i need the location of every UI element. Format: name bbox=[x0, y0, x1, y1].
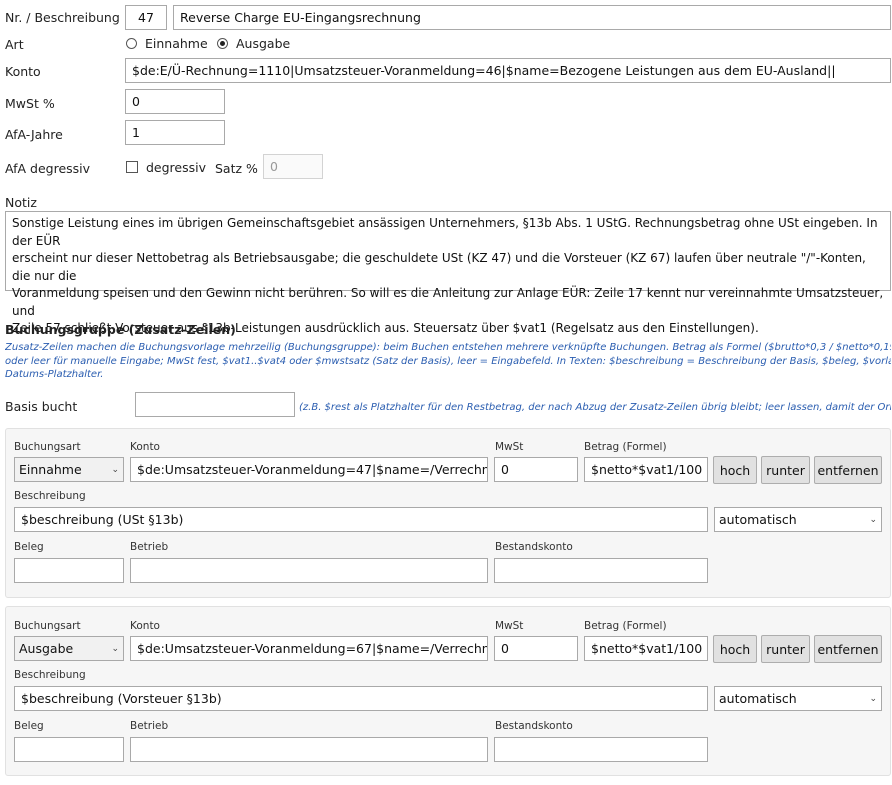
hoch-button[interactable]: hoch bbox=[713, 456, 757, 484]
einnahme-radio-label: Einnahme bbox=[144, 36, 208, 51]
buchungsart-label: Buchungsart bbox=[14, 441, 81, 453]
betrag-label: Betrag (Formel) bbox=[584, 441, 667, 453]
betrag-label: Betrag (Formel) bbox=[584, 620, 667, 632]
zeile-beleg-input[interactable] bbox=[14, 737, 124, 762]
mwst-input[interactable]: 0 bbox=[125, 89, 225, 114]
modus-value: automatisch bbox=[719, 691, 797, 706]
zeile-mwst-input[interactable]: 0 bbox=[494, 636, 578, 661]
modus-select[interactable]: automatisch ⌄ bbox=[714, 686, 882, 711]
konto-label: Konto bbox=[5, 64, 41, 79]
chevron-down-icon: ⌄ bbox=[869, 693, 877, 704]
degressiv-option[interactable]: degressiv bbox=[126, 160, 206, 175]
konto-label: Konto bbox=[130, 620, 160, 632]
entfernen-button[interactable]: entfernen bbox=[814, 635, 882, 663]
zeile-beschreibung-input[interactable]: $beschreibung (USt §13b) bbox=[14, 507, 708, 532]
buchungsart-select[interactable]: Ausgabe ⌄ bbox=[14, 636, 124, 661]
basis-bucht-hint: (z.B. $rest als Platzhalter für den Rest… bbox=[299, 402, 891, 413]
bestandskonto-label: Bestandskonto bbox=[495, 720, 573, 732]
konto-label: Konto bbox=[130, 441, 160, 453]
hint-line: Zusatz-Zeilen machen die Buchungsvorlage… bbox=[5, 342, 891, 353]
runter-button[interactable]: runter bbox=[761, 456, 810, 484]
ausgabe-radio[interactable] bbox=[217, 38, 228, 49]
beschreibung-input[interactable]: Reverse Charge EU-Eingangsrechnung bbox=[173, 5, 891, 30]
degressiv-checkbox-label: degressiv bbox=[145, 160, 206, 175]
basis-bucht-input[interactable] bbox=[135, 392, 295, 417]
betrieb-label: Betrieb bbox=[130, 541, 169, 553]
beleg-label: Beleg bbox=[14, 720, 44, 732]
hint-line: oder leer für manuelle Eingabe; MwSt fes… bbox=[5, 355, 891, 367]
buchungsart-select[interactable]: Einnahme ⌄ bbox=[14, 457, 124, 482]
betrieb-label: Betrieb bbox=[130, 720, 169, 732]
notiz-textarea[interactable]: Sonstige Leistung eines im übrigen Gemei… bbox=[5, 211, 891, 335]
entfernen-button[interactable]: entfernen bbox=[814, 456, 882, 484]
zeile-beschreibung-input[interactable]: $beschreibung (Vorsteuer §13b) bbox=[14, 686, 708, 711]
ausgabe-radio-label: Ausgabe bbox=[235, 36, 291, 51]
notiz-line: Sonstige Leistung eines im übrigen Gemei… bbox=[12, 216, 878, 248]
beleg-label: Beleg bbox=[14, 541, 44, 553]
notiz-line: Voranmeldung speisen und den Gewinn nich… bbox=[12, 286, 884, 318]
konto-input[interactable]: $de:E/Ü-Rechnung=1110|Umsatzsteuer-Voran… bbox=[125, 58, 891, 83]
notiz-line: erscheint nur dieser Nettobetrag als Bet… bbox=[12, 251, 866, 283]
zeile-betrag-input[interactable]: $netto*$vat1/100 bbox=[584, 457, 708, 482]
buchungsart-value: Einnahme bbox=[19, 462, 82, 477]
runter-button[interactable]: runter bbox=[761, 635, 810, 663]
zeile-mwst-input[interactable]: 0 bbox=[494, 457, 578, 482]
modus-select[interactable]: automatisch ⌄ bbox=[714, 507, 882, 532]
chevron-down-icon: ⌄ bbox=[111, 643, 119, 654]
einnahme-radio[interactable] bbox=[126, 38, 137, 49]
afa-jahre-input[interactable]: 1 bbox=[125, 120, 225, 145]
hint-line: Datums-Platzhalter. bbox=[5, 369, 104, 380]
art-ausgabe-option[interactable]: Ausgabe bbox=[217, 36, 290, 51]
afa-degressiv-label: AfA degressiv bbox=[5, 161, 91, 176]
degressiv-checkbox[interactable] bbox=[126, 161, 138, 173]
beschreibung-label: Beschreibung bbox=[14, 669, 86, 681]
satz-label: Satz % bbox=[215, 161, 258, 176]
zeile-konto-input[interactable]: $de:Umsatzsteuer-Voranmeldung=67|$name=/… bbox=[130, 636, 488, 661]
mwst-label: MwSt bbox=[495, 620, 524, 632]
nr-label: Nr. / Beschreibung bbox=[5, 10, 120, 25]
hoch-button[interactable]: hoch bbox=[713, 635, 757, 663]
nr-input[interactable]: 47 bbox=[125, 5, 167, 30]
buchungsgruppe-hint: Zusatz-Zeilen machen die Buchungsvorlage… bbox=[5, 341, 891, 382]
chevron-down-icon: ⌄ bbox=[111, 464, 119, 475]
modus-value: automatisch bbox=[719, 512, 797, 527]
zeile-betrag-input[interactable]: $netto*$vat1/100 bbox=[584, 636, 708, 661]
art-label: Art bbox=[5, 37, 24, 52]
mwst-label: MwSt % bbox=[5, 96, 55, 111]
buchungsgruppe-title: Buchungsgruppe (Zusatz-Zeilen) bbox=[5, 322, 236, 337]
satz-input[interactable]: 0 bbox=[263, 154, 323, 179]
buchungsart-label: Buchungsart bbox=[14, 620, 81, 632]
mwst-label: MwSt bbox=[495, 441, 524, 453]
art-einnahme-option[interactable]: Einnahme bbox=[126, 36, 208, 51]
beschreibung-label: Beschreibung bbox=[14, 490, 86, 502]
zeile-betrieb-input[interactable] bbox=[130, 737, 488, 762]
zeile-bestandskonto-input[interactable] bbox=[494, 558, 708, 583]
zeile-konto-input[interactable]: $de:Umsatzsteuer-Voranmeldung=47|$name=/… bbox=[130, 457, 488, 482]
zeile-beleg-input[interactable] bbox=[14, 558, 124, 583]
chevron-down-icon: ⌄ bbox=[869, 514, 877, 525]
basis-bucht-label: Basis bucht bbox=[5, 399, 78, 414]
notiz-label: Notiz bbox=[5, 195, 37, 210]
afa-jahre-label: AfA-Jahre bbox=[5, 127, 63, 142]
zeile-bestandskonto-input[interactable] bbox=[494, 737, 708, 762]
bestandskonto-label: Bestandskonto bbox=[495, 541, 573, 553]
buchungsart-value: Ausgabe bbox=[19, 641, 74, 656]
zeile-betrieb-input[interactable] bbox=[130, 558, 488, 583]
